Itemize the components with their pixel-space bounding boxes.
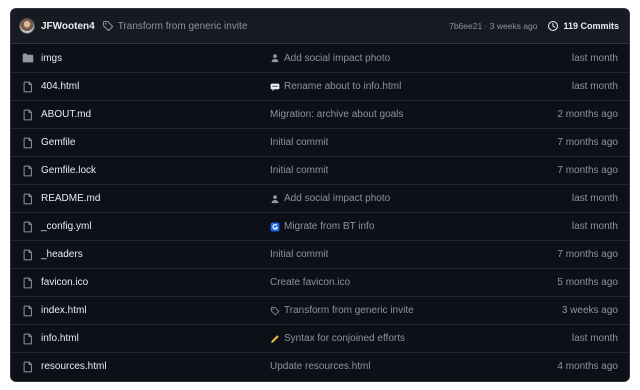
- file-row[interactable]: index.html Transform from generic invite…: [11, 296, 629, 324]
- commit-message-text: Rename about to info.html: [284, 81, 402, 92]
- file-commit-message-link[interactable]: Add social impact photo: [270, 193, 390, 204]
- file-commit-time: 7 months ago: [557, 249, 618, 260]
- file-icon: [23, 165, 32, 176]
- commit-message-text: Transform from generic invite: [284, 305, 414, 316]
- file-row[interactable]: favicon.ico Create favicon.ico 5 months …: [11, 268, 629, 296]
- commits-history-link[interactable]: 119 Commits: [547, 20, 619, 32]
- file-commit-message-link[interactable]: Rename about to info.html: [270, 81, 401, 92]
- file-name-link[interactable]: _headers: [41, 249, 83, 260]
- file-name-link[interactable]: ABOUT.md: [41, 109, 91, 120]
- file-icon: [23, 305, 32, 316]
- file-commit-time: last month: [571, 81, 618, 92]
- file-icon: [23, 361, 32, 372]
- file-commit-time: 7 months ago: [557, 137, 618, 148]
- file-commit-time: 5 months ago: [557, 277, 618, 288]
- file-name-link[interactable]: Gemfile: [41, 137, 75, 148]
- file-browser-panel: JFWooten4 Transform from generic invite …: [10, 8, 630, 382]
- file-commit-time: last month: [571, 221, 618, 232]
- file-commit-time: 3 weeks ago: [561, 305, 618, 316]
- tag-icon: [102, 20, 113, 32]
- pencil-emoji: [271, 334, 279, 343]
- file-commit-message-link[interactable]: Migrate from BT info: [270, 221, 374, 232]
- latest-commit-header: JFWooten4 Transform from generic invite …: [11, 9, 629, 44]
- history-icon: [548, 20, 559, 32]
- file-name-link[interactable]: _config.yml: [41, 221, 92, 232]
- latest-commit-message[interactable]: Transform from generic invite: [118, 21, 248, 32]
- file-icon: [23, 137, 32, 148]
- commit-message-text: Migrate from BT info: [284, 221, 375, 232]
- file-row[interactable]: _headers Initial commit 7 months ago: [11, 240, 629, 268]
- file-name-link[interactable]: 404.html: [41, 81, 79, 92]
- file-commit-message-link[interactable]: Create favicon.ico: [270, 277, 350, 288]
- file-icon: [23, 277, 32, 288]
- folder-icon: [22, 53, 34, 63]
- file-icon: [23, 193, 32, 204]
- file-row[interactable]: info.html Syntax for conjoined efforts l…: [11, 324, 629, 352]
- file-row[interactable]: 404.html Rename about to info.html last …: [11, 72, 629, 100]
- avatar[interactable]: [19, 18, 35, 34]
- file-commit-time: last month: [571, 333, 618, 344]
- commit-message-text: Initial commit: [270, 137, 329, 148]
- file-name-link[interactable]: README.md: [41, 193, 100, 204]
- commits-count-label: 119 Commits: [563, 21, 619, 31]
- file-commit-time: last month: [571, 52, 618, 64]
- file-commit-message-link[interactable]: Update resources.html: [270, 361, 371, 372]
- commit-sha-and-time[interactable]: 7b6ee21 · 3 weeks ago: [449, 21, 537, 31]
- file-commit-message-link[interactable]: Migration: archive about goals: [270, 109, 403, 120]
- file-commit-message-link[interactable]: Initial commit: [270, 165, 328, 176]
- file-icon: [23, 249, 32, 260]
- file-commit-message-link[interactable]: Initial commit: [270, 249, 328, 260]
- commit-message-text: Add social impact photo: [284, 193, 391, 204]
- file-row[interactable]: resources.html Update resources.html 4 m…: [11, 352, 629, 380]
- file-name-link[interactable]: index.html: [41, 305, 87, 316]
- file-name-link[interactable]: favicon.ico: [41, 277, 88, 288]
- commit-message-text: Update resources.html: [270, 361, 371, 372]
- file-list: imgs Add social impact photo last month …: [11, 44, 629, 380]
- file-commit-time: last month: [571, 193, 618, 204]
- file-name-link[interactable]: info.html: [41, 333, 79, 344]
- person-emoji: [271, 54, 279, 63]
- tag-icon: [270, 306, 280, 315]
- file-commit-message-link[interactable]: Add social impact photo: [270, 53, 390, 64]
- file-commit-message-link[interactable]: Initial commit: [270, 137, 328, 148]
- commit-message-text: Initial commit: [270, 249, 329, 260]
- commit-author-link[interactable]: JFWooten4: [41, 21, 95, 32]
- commit-message-text: Initial commit: [270, 165, 329, 176]
- file-icon: [23, 221, 32, 232]
- commit-message-text: Add social impact photo: [284, 52, 391, 64]
- commit-message-text: Migration: archive about goals: [270, 109, 404, 120]
- file-icon: [23, 81, 32, 92]
- file-name-link[interactable]: imgs: [41, 53, 62, 64]
- file-row[interactable]: Gemfile Initial commit 7 months ago: [11, 128, 629, 156]
- file-row[interactable]: Gemfile.lock Initial commit 7 months ago: [11, 156, 629, 184]
- file-row[interactable]: ABOUT.md Migration: archive about goals …: [11, 100, 629, 128]
- file-row[interactable]: README.md Add social impact photo last m…: [11, 184, 629, 212]
- commit-message-text: Create favicon.ico: [270, 277, 351, 288]
- file-commit-time: 2 months ago: [557, 109, 618, 120]
- commit-message-text: Syntax for conjoined efforts: [284, 333, 405, 344]
- file-icon: [23, 333, 32, 344]
- file-row[interactable]: _config.yml Migrate from BT info last mo…: [11, 212, 629, 240]
- blue-g-emoji: [270, 222, 280, 231]
- file-commit-message-link[interactable]: Transform from generic invite: [270, 305, 414, 316]
- person-emoji: [271, 194, 279, 203]
- file-icon: [23, 109, 32, 120]
- file-name-link[interactable]: resources.html: [41, 361, 107, 372]
- file-row[interactable]: imgs Add social impact photo last month: [11, 44, 629, 72]
- file-commit-message-link[interactable]: Syntax for conjoined efforts: [270, 333, 405, 344]
- file-commit-time: 7 months ago: [557, 165, 618, 176]
- file-name-link[interactable]: Gemfile.lock: [41, 165, 96, 176]
- speech-bubble-emoji: [270, 83, 280, 91]
- file-commit-time: 4 months ago: [557, 361, 618, 372]
